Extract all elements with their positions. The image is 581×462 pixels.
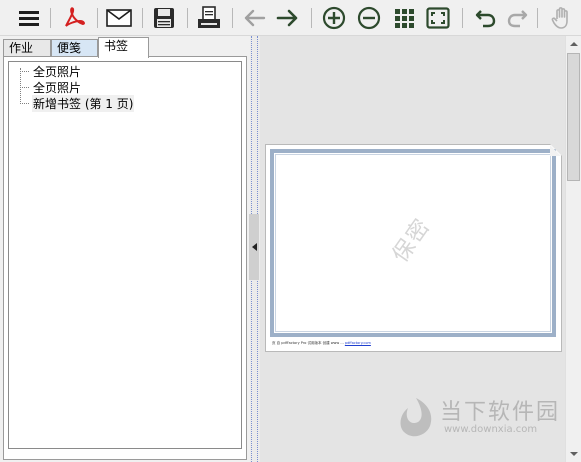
page-footer-text: 页 自 pdfFactory Pro 试用版本 创建 www ... [272,341,345,345]
page-footer-link: pdffactory.com [344,341,371,345]
zoom-out-icon[interactable] [355,4,383,32]
tree-item-selected[interactable]: 新增书签 (第 1 页) [20,94,135,112]
tab-notes[interactable]: 便笺 [51,39,98,57]
toolbar-separator [142,8,143,28]
collapse-panel-button[interactable] [249,214,259,280]
toolbar-separator [311,8,312,28]
tree-item[interactable]: 全页照片 [20,63,82,79]
tree-item-label: 全页照片 [33,80,82,95]
tree-item-label: 全页照片 [33,64,82,79]
toolbar [0,0,581,36]
redo-icon[interactable] [503,4,531,32]
menu-icon[interactable] [15,4,43,32]
vertical-scrollbar[interactable] [565,36,581,462]
zoom-in-icon[interactable] [320,4,348,32]
undo-icon[interactable] [472,4,500,32]
site-watermark: 当下软件园 www.downxia.com [396,394,566,442]
tree-item[interactable]: 全页照片 [20,79,82,95]
toolbar-separator [187,8,188,28]
tab-bookmarks[interactable]: 书签 [98,37,149,58]
pdf-icon[interactable] [60,4,88,32]
toolbar-separator [462,8,463,28]
toolbar-separator [232,8,233,28]
save-icon[interactable] [150,4,178,32]
scroll-up-button[interactable] [566,36,581,52]
site-name: 当下软件园 [440,400,561,425]
page-footer: 页 自 pdfFactory Pro 试用版本 创建 www ... pdffa… [272,341,371,346]
page-fold-corner [550,145,561,156]
toolbar-separator [97,8,98,28]
tree-connector [20,70,29,72]
page-preview-area: 保密 页 自 pdfFactory Pro 试用版本 创建 www ... pd… [260,36,565,462]
grid-icon[interactable] [390,4,418,32]
panel-tabs: 作业 便笺 书签 [3,37,250,58]
print-icon[interactable] [195,4,223,32]
toolbar-separator [537,8,538,28]
photo-frame: 保密 [270,149,556,337]
fit-screen-icon[interactable] [424,4,452,32]
forward-arrow-icon[interactable] [274,4,302,32]
chevron-down-icon [569,452,578,456]
page-thumbnail[interactable]: 保密 页 自 pdfFactory Pro 试用版本 创建 www ... pd… [265,144,562,352]
mail-icon[interactable] [105,4,133,32]
tree-item-label: 新增书签 (第 1 页) [32,94,135,112]
tab-homework[interactable]: 作业 [3,39,51,57]
toolbar-separator [50,8,51,28]
app-window: 作业 便笺 书签 全页照片 全页照片 新增书签 (第 1 页) 保密 页 自 p… [0,0,581,462]
site-logo-icon [400,398,432,437]
hand-icon[interactable] [548,4,576,32]
scroll-down-button[interactable] [566,446,581,462]
chevron-up-icon [569,42,578,46]
tree-connector [20,102,29,104]
tree-connector [20,86,29,88]
back-arrow-icon[interactable] [240,4,268,32]
chevron-left-icon [251,243,257,251]
side-panel: 作业 便笺 书签 全页照片 全页照片 新增书签 (第 1 页) [0,36,250,462]
scroll-thumb[interactable] [567,53,580,181]
site-url: www.downxia.com [444,424,538,435]
tab-content: 全页照片 全页照片 新增书签 (第 1 页) [3,56,247,460]
bookmark-tree: 全页照片 全页照片 新增书签 (第 1 页) [8,61,242,449]
